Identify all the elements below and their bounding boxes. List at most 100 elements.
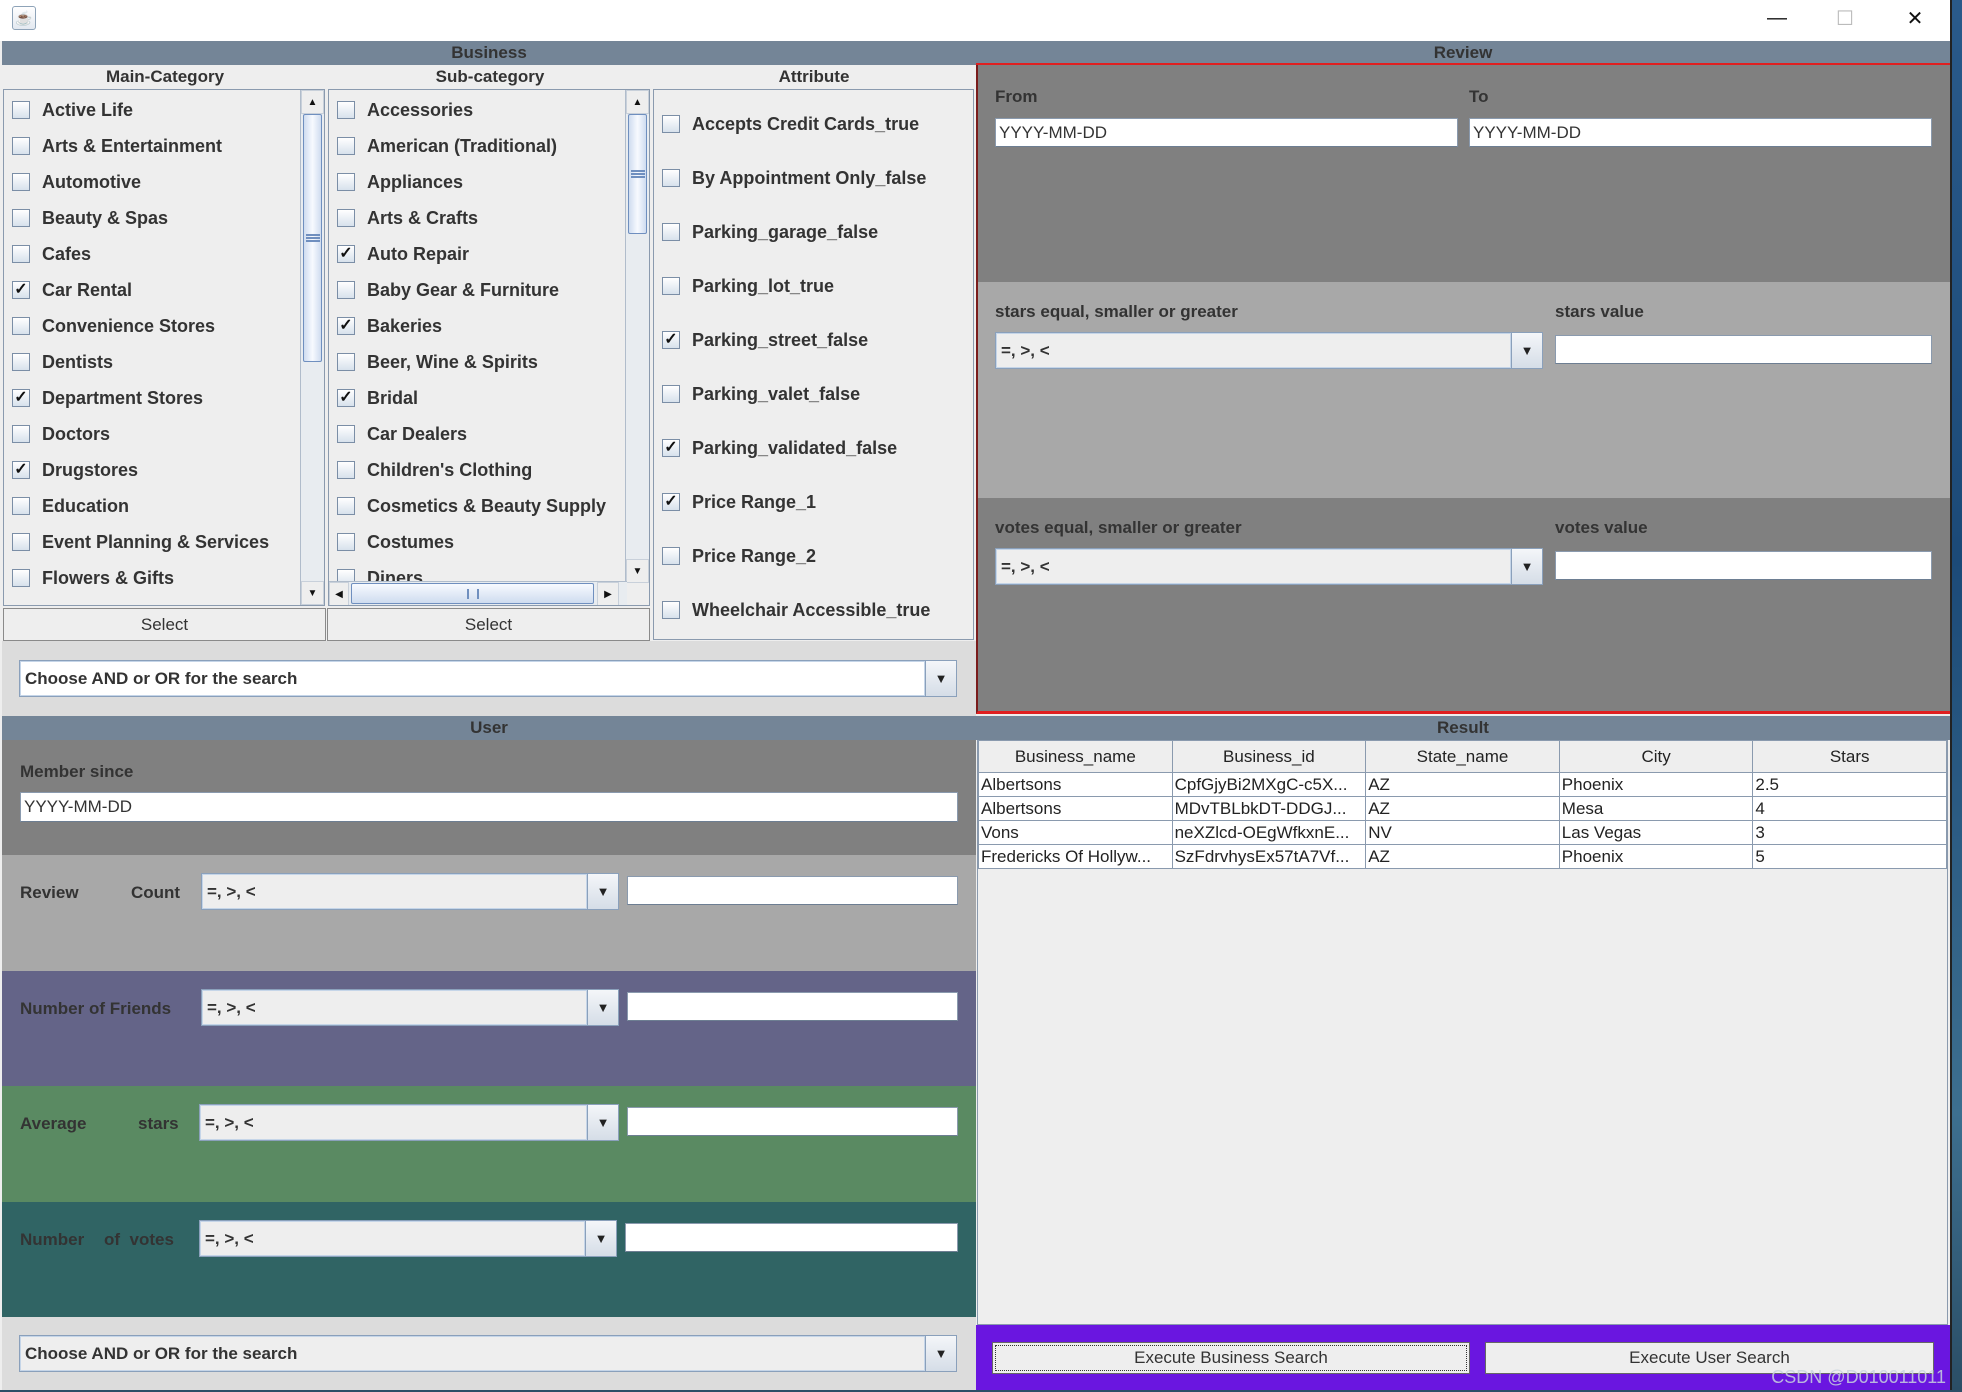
- main-category-item[interactable]: Dentists: [12, 347, 113, 377]
- to-date-input[interactable]: YYYY-MM-DD: [1469, 118, 1932, 147]
- main-category-item[interactable]: Arts & Entertainment: [12, 131, 222, 161]
- checkbox-icon[interactable]: [12, 137, 30, 155]
- main-category-scrollbar[interactable]: ▲ ▼: [300, 90, 324, 605]
- sub-category-hscrollbar[interactable]: ◀ ▶: [329, 581, 627, 605]
- checkbox-icon[interactable]: [662, 601, 680, 619]
- checkbox-checked-icon[interactable]: ✓: [12, 281, 30, 299]
- average-stars-operator-dropdown[interactable]: =, >, < ▼: [199, 1104, 619, 1141]
- checkbox-icon[interactable]: [12, 317, 30, 335]
- sub-category-select-button[interactable]: Select: [327, 608, 650, 641]
- checkbox-icon[interactable]: [337, 101, 355, 119]
- chevron-down-icon[interactable]: ▼: [587, 874, 618, 909]
- checkbox-checked-icon[interactable]: ✓: [12, 389, 30, 407]
- friends-operator-dropdown[interactable]: =, >, < ▼: [201, 989, 619, 1026]
- sub-category-item[interactable]: ✓ Bakeries: [337, 311, 442, 341]
- checkbox-icon[interactable]: [12, 173, 30, 191]
- checkbox-icon[interactable]: [12, 101, 30, 119]
- user-and-or-dropdown[interactable]: Choose AND or OR for the search ▼: [19, 1335, 957, 1372]
- scrollbar-thumb[interactable]: [628, 114, 647, 234]
- main-category-item[interactable]: Convenience Stores: [12, 311, 215, 341]
- column-header[interactable]: Stars: [1752, 741, 1947, 773]
- table-row[interactable]: Albertsons CpfGjyBi2MXgC-c5X... AZ Phoenix 2…: [978, 772, 1947, 797]
- member-since-input[interactable]: YYYY-MM-DD: [20, 792, 958, 822]
- checkbox-icon[interactable]: [662, 223, 680, 241]
- checkbox-icon[interactable]: [662, 547, 680, 565]
- business-and-or-dropdown[interactable]: Choose AND or OR for the search ▼: [19, 660, 957, 697]
- checkbox-icon[interactable]: [337, 425, 355, 443]
- checkbox-checked-icon[interactable]: ✓: [12, 461, 30, 479]
- stars-value-input[interactable]: [1555, 335, 1932, 364]
- checkbox-icon[interactable]: [662, 385, 680, 403]
- scroll-down-arrow-icon[interactable]: ▼: [626, 559, 649, 583]
- attribute-item[interactable]: ✓ Price Range_1: [662, 487, 816, 517]
- votes-operator-dropdown[interactable]: =, >, < ▼: [199, 1220, 617, 1257]
- checkbox-icon[interactable]: [12, 245, 30, 263]
- chevron-down-icon[interactable]: ▼: [1511, 333, 1542, 368]
- average-stars-value-input[interactable]: [627, 1107, 958, 1136]
- main-category-item[interactable]: Doctors: [12, 419, 110, 449]
- review-count-value-input[interactable]: [627, 876, 958, 905]
- stars-operator-dropdown[interactable]: =, >, < ▼: [995, 332, 1543, 369]
- checkbox-checked-icon[interactable]: ✓: [337, 245, 355, 263]
- attribute-item[interactable]: Parking_lot_true: [662, 271, 834, 301]
- sub-category-item[interactable]: Accessories: [337, 95, 473, 125]
- main-category-item[interactable]: Event Planning & Services: [12, 527, 269, 557]
- checkbox-icon[interactable]: [662, 115, 680, 133]
- sub-category-vscrollbar[interactable]: ▲ ▼: [625, 90, 649, 583]
- sub-category-item[interactable]: Beer, Wine & Spirits: [337, 347, 538, 377]
- column-header[interactable]: City: [1558, 741, 1754, 773]
- checkbox-checked-icon[interactable]: ✓: [662, 439, 680, 457]
- votes-operator-dropdown[interactable]: =, >, < ▼: [995, 548, 1543, 585]
- close-button[interactable]: ✕: [1880, 0, 1950, 36]
- chevron-down-icon[interactable]: ▼: [925, 661, 956, 696]
- attribute-item[interactable]: Price Range_2: [662, 541, 816, 571]
- main-category-item[interactable]: Active Life: [12, 95, 133, 125]
- sub-category-item[interactable]: American (Traditional): [337, 131, 557, 161]
- checkbox-icon[interactable]: [337, 497, 355, 515]
- sub-category-item[interactable]: Costumes: [337, 527, 454, 557]
- main-category-item[interactable]: Cafes: [12, 239, 91, 269]
- column-header[interactable]: Business_name: [978, 741, 1173, 773]
- table-row[interactable]: Albertsons MDvTBLbkDT-DDGJ... AZ Mesa 4: [978, 796, 1947, 821]
- chevron-down-icon[interactable]: ▼: [587, 1105, 618, 1140]
- execute-business-search-button[interactable]: Execute Business Search: [992, 1342, 1470, 1374]
- checkbox-icon[interactable]: [12, 497, 30, 515]
- sub-category-item[interactable]: Arts & Crafts: [337, 203, 478, 233]
- main-category-item[interactable]: Education: [12, 491, 129, 521]
- column-header[interactable]: State_name: [1365, 741, 1560, 773]
- scroll-up-arrow-icon[interactable]: ▲: [301, 90, 324, 114]
- minimize-button[interactable]: —: [1742, 0, 1812, 36]
- from-date-input[interactable]: YYYY-MM-DD: [995, 118, 1458, 147]
- main-category-item[interactable]: ✓ Drugstores: [12, 455, 138, 485]
- scroll-left-arrow-icon[interactable]: ◀: [329, 582, 349, 605]
- attribute-item[interactable]: Accepts Credit Cards_true: [662, 109, 919, 139]
- checkbox-icon[interactable]: [12, 353, 30, 371]
- checkbox-icon[interactable]: [12, 569, 30, 587]
- column-header[interactable]: Business_id: [1171, 741, 1367, 773]
- main-category-item[interactable]: ✓ Department Stores: [12, 383, 203, 413]
- checkbox-checked-icon[interactable]: ✓: [337, 317, 355, 335]
- checkbox-icon[interactable]: [12, 209, 30, 227]
- sub-category-item[interactable]: ✓ Bridal: [337, 383, 418, 413]
- attribute-item[interactable]: Parking_valet_false: [662, 379, 860, 409]
- sub-category-item[interactable]: Diners: [337, 563, 423, 581]
- checkbox-checked-icon[interactable]: ✓: [662, 331, 680, 349]
- table-row[interactable]: Vons neXZlcd-OEgWfkxnE... NV Las Vegas 3: [978, 820, 1947, 845]
- checkbox-checked-icon[interactable]: ✓: [337, 389, 355, 407]
- main-category-item[interactable]: Flowers & Gifts: [12, 563, 174, 593]
- scroll-up-arrow-icon[interactable]: ▲: [626, 90, 649, 114]
- scroll-right-arrow-icon[interactable]: ▶: [597, 582, 619, 605]
- checkbox-icon[interactable]: [337, 569, 355, 581]
- friends-value-input[interactable]: [627, 992, 958, 1021]
- attribute-item[interactable]: ✓ Parking_street_false: [662, 325, 868, 355]
- review-count-operator-dropdown[interactable]: =, >, < ▼: [201, 873, 619, 910]
- chevron-down-icon[interactable]: ▼: [585, 1221, 616, 1256]
- checkbox-icon[interactable]: [337, 461, 355, 479]
- main-category-item[interactable]: Beauty & Spas: [12, 203, 168, 233]
- attribute-item[interactable]: Parking_garage_false: [662, 217, 878, 247]
- checkbox-icon[interactable]: [662, 169, 680, 187]
- main-category-item[interactable]: ✓ Car Rental: [12, 275, 132, 305]
- scroll-down-arrow-icon[interactable]: ▼: [301, 581, 324, 605]
- sub-category-item[interactable]: Car Dealers: [337, 419, 467, 449]
- attribute-item[interactable]: By Appointment Only_false: [662, 163, 926, 193]
